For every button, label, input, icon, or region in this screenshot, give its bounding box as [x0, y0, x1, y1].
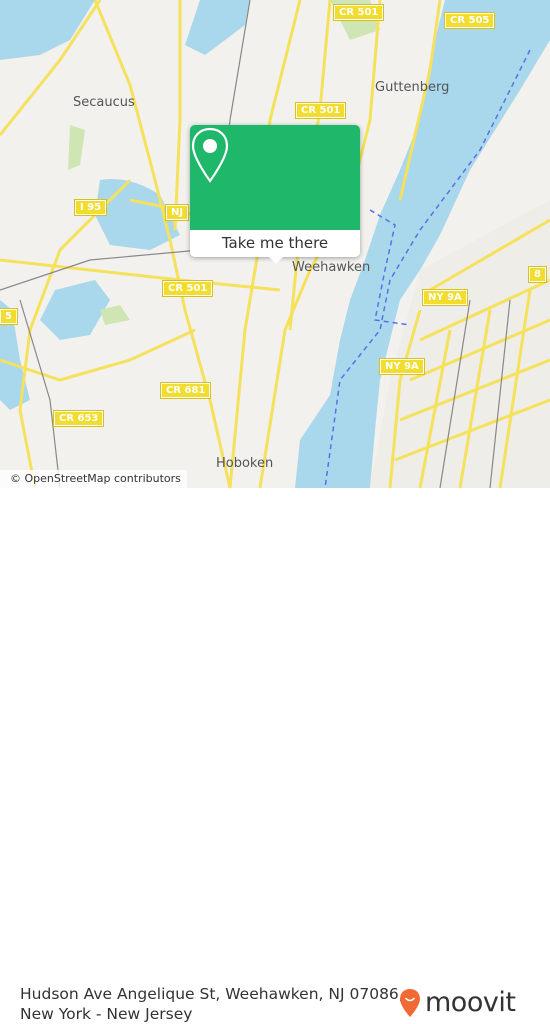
- address-text: Hudson Ave Angelique St, Weehawken, NJ 0…: [20, 984, 404, 1024]
- take-me-there-button[interactable]: Take me there: [190, 230, 360, 257]
- place-label-hoboken: Hoboken: [216, 456, 274, 471]
- road-shield-ny9a: NY 9A: [422, 289, 468, 306]
- place-label-guttenberg: Guttenberg: [375, 80, 450, 95]
- park-1: [68, 125, 85, 170]
- road-shield-ny9a: NY 9A: [379, 358, 425, 375]
- road-shield-cr501: CR 501: [161, 280, 214, 297]
- map-attribution[interactable]: © OpenStreetMap contributors: [0, 470, 187, 488]
- moovit-logo[interactable]: moovit: [399, 987, 516, 1018]
- map[interactable]: Secaucus Guttenberg Weehawken Hoboken CR…: [0, 0, 550, 488]
- road-shield-cr505: CR 505: [443, 12, 496, 29]
- water-lower-west: [40, 280, 110, 340]
- popup-pointer: [268, 256, 284, 264]
- destination-popup: Take me there: [190, 125, 360, 264]
- road-shield-nj: NJ: [164, 204, 190, 221]
- address-line-2: New York - New Jersey: [20, 1005, 193, 1023]
- road-shield-5: 5: [0, 308, 18, 325]
- brand-name: moovit: [425, 987, 516, 1018]
- place-label-weehawken: Weehawken: [292, 260, 371, 275]
- road-shield-cr653: CR 653: [52, 410, 105, 427]
- road-shield-cr681: CR 681: [159, 382, 212, 399]
- water-top-center: [185, 0, 250, 55]
- attribution-text: © OpenStreetMap contributors: [10, 472, 181, 485]
- location-pin-icon: [191, 127, 229, 183]
- address-line-1: Hudson Ave Angelique St, Weehawken, NJ 0…: [20, 985, 404, 1003]
- road-shield-cr501: CR 501: [294, 102, 347, 119]
- place-label-secaucus: Secaucus: [73, 95, 135, 110]
- footer: Hudson Ave Angelique St, Weehawken, NJ 0…: [0, 488, 550, 1023]
- moovit-pin-icon: [400, 989, 420, 1017]
- road-shield-i95: I 95: [73, 199, 108, 216]
- road-shield-8: 8: [528, 266, 547, 283]
- popup-header: [190, 125, 360, 230]
- road-shield-cr501: CR 501: [332, 4, 385, 21]
